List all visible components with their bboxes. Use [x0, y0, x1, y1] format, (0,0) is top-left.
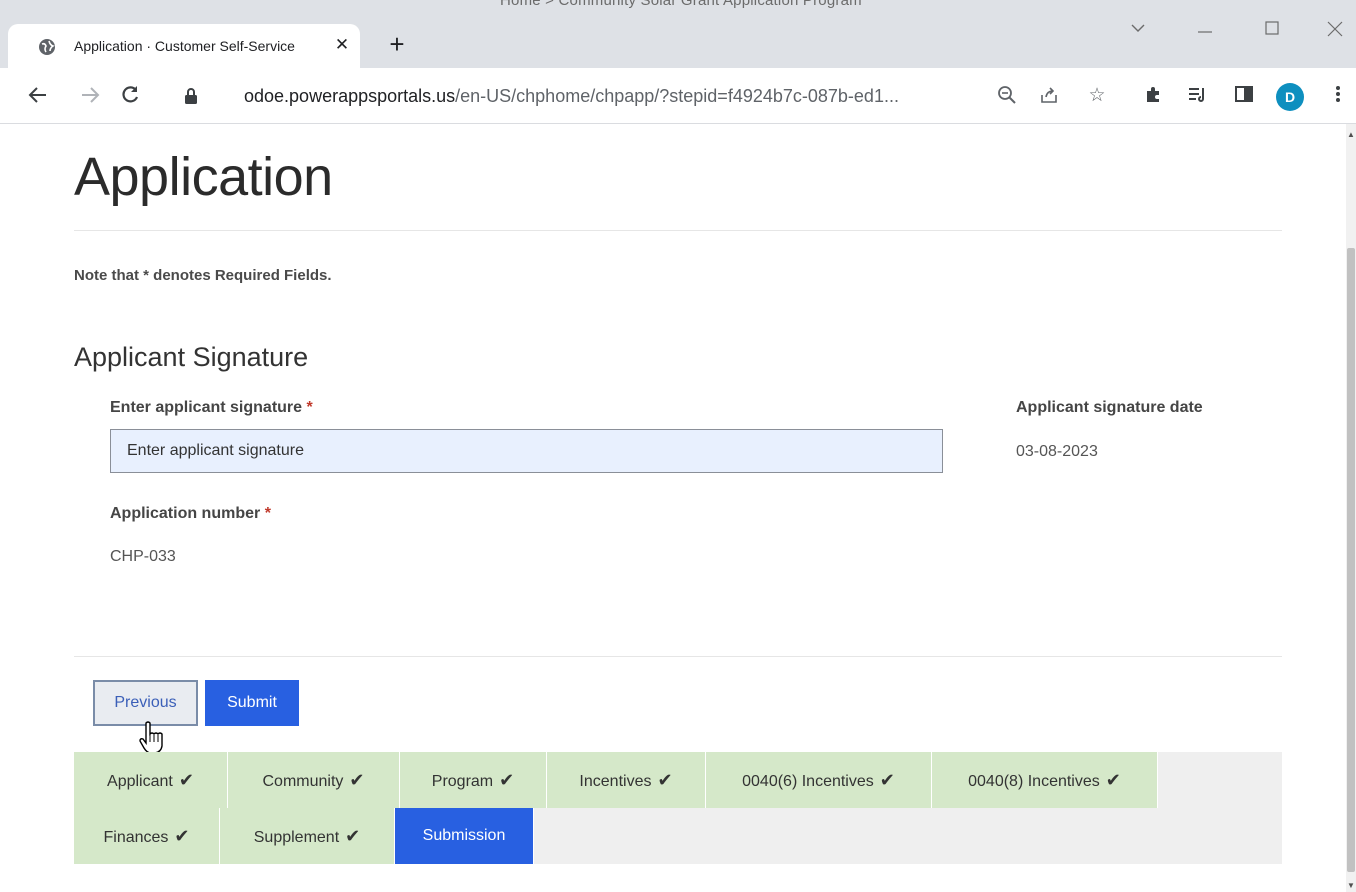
submit-button[interactable]: Submit	[205, 680, 299, 726]
signature-input[interactable]	[110, 429, 943, 473]
signature-date-value: 03-08-2023	[1016, 443, 1098, 460]
profile-avatar[interactable]: D	[1276, 83, 1304, 111]
bookmark-star-icon[interactable]: ☆	[1086, 85, 1108, 107]
page-viewport: Application Note that * denotes Required…	[0, 124, 1346, 892]
extensions-puzzle-icon[interactable]	[1142, 84, 1166, 108]
section-title: Applicant Signature	[74, 342, 309, 372]
checkmark-icon: ✔	[174, 826, 190, 846]
step-applicant[interactable]: Applicant ✔	[74, 752, 228, 808]
required-marker: *	[306, 399, 313, 416]
browser-toolbar: odoe.powerappsportals.us/en-US/chphome/c…	[0, 68, 1356, 124]
side-panel-icon[interactable]	[1232, 84, 1256, 108]
step-submission[interactable]: Submission	[395, 808, 534, 864]
required-fields-note: Note that * denotes Required Fields.	[74, 267, 332, 284]
step-supplement[interactable]: Supplement ✔	[220, 808, 395, 864]
tab-search-icon[interactable]	[1130, 20, 1146, 41]
step-community[interactable]: Community ✔	[228, 752, 400, 808]
checkmark-icon: ✔	[657, 770, 673, 790]
forward-arrow-icon[interactable]	[76, 81, 104, 109]
lock-icon[interactable]	[184, 87, 198, 105]
address-bar[interactable]: odoe.powerappsportals.us/en-US/chphome/c…	[160, 77, 1128, 115]
tab-title: Application · Customer Self-Service	[74, 38, 295, 54]
menu-kebab-icon[interactable]	[1326, 84, 1350, 108]
step-0040-6-incentives[interactable]: 0040(6) Incentives ✔	[706, 752, 932, 808]
step-0040-8-incentives[interactable]: 0040(8) Incentives ✔	[932, 752, 1158, 808]
back-arrow-icon[interactable]	[24, 81, 52, 109]
checkmark-icon: ✔	[345, 826, 361, 846]
checkmark-icon: ✔	[349, 770, 365, 790]
maximize-icon[interactable]	[1264, 20, 1280, 41]
share-icon[interactable]	[1038, 85, 1060, 107]
close-tab-icon[interactable]: ✕	[332, 35, 352, 55]
step-incentives[interactable]: Incentives ✔	[547, 752, 706, 808]
checkmark-icon: ✔	[499, 770, 515, 790]
checkmark-icon: ✔	[1105, 770, 1121, 790]
close-window-icon[interactable]	[1326, 20, 1344, 43]
application-number-value: CHP-033	[110, 548, 176, 565]
vertical-scrollbar[interactable]: ▲ ▼	[1346, 124, 1356, 892]
form-divider	[74, 656, 1282, 657]
required-marker: *	[264, 505, 271, 522]
title-divider	[74, 230, 1282, 231]
browser-tab[interactable]: Application · Customer Self-Service ✕	[8, 24, 360, 68]
globe-icon	[39, 39, 55, 55]
signature-label: Enter applicant signature *	[110, 399, 313, 416]
checkmark-icon: ✔	[879, 770, 895, 790]
application-number-label: Application number *	[110, 505, 271, 522]
reading-list-icon[interactable]	[1186, 84, 1210, 108]
zoom-icon[interactable]	[996, 85, 1018, 107]
step-finances[interactable]: Finances ✔	[74, 808, 220, 864]
checkmark-icon: ✔	[178, 770, 194, 790]
reload-icon[interactable]	[116, 81, 144, 109]
scroll-down-arrow-icon[interactable]: ▼	[1347, 881, 1355, 890]
scrollbar-thumb[interactable]	[1347, 248, 1355, 872]
minimize-icon[interactable]	[1196, 20, 1214, 41]
background-breadcrumb: Home > Community Solar Grant Application…	[500, 0, 862, 9]
scroll-up-arrow-icon[interactable]: ▲	[1347, 130, 1355, 139]
step-navigation: Applicant ✔ Community ✔ Program ✔ Incentive…	[74, 752, 1282, 864]
new-tab-button[interactable]: +	[386, 31, 408, 57]
signature-date-label: Applicant signature date	[1016, 399, 1203, 416]
step-program[interactable]: Program ✔	[400, 752, 547, 808]
url-text[interactable]: odoe.powerappsportals.us/en-US/chphome/c…	[244, 86, 899, 107]
hand-pointer-cursor-icon	[139, 721, 163, 754]
browser-tab-strip: Home > Community Solar Grant Application…	[0, 0, 1356, 68]
page-title: Application	[74, 147, 333, 207]
